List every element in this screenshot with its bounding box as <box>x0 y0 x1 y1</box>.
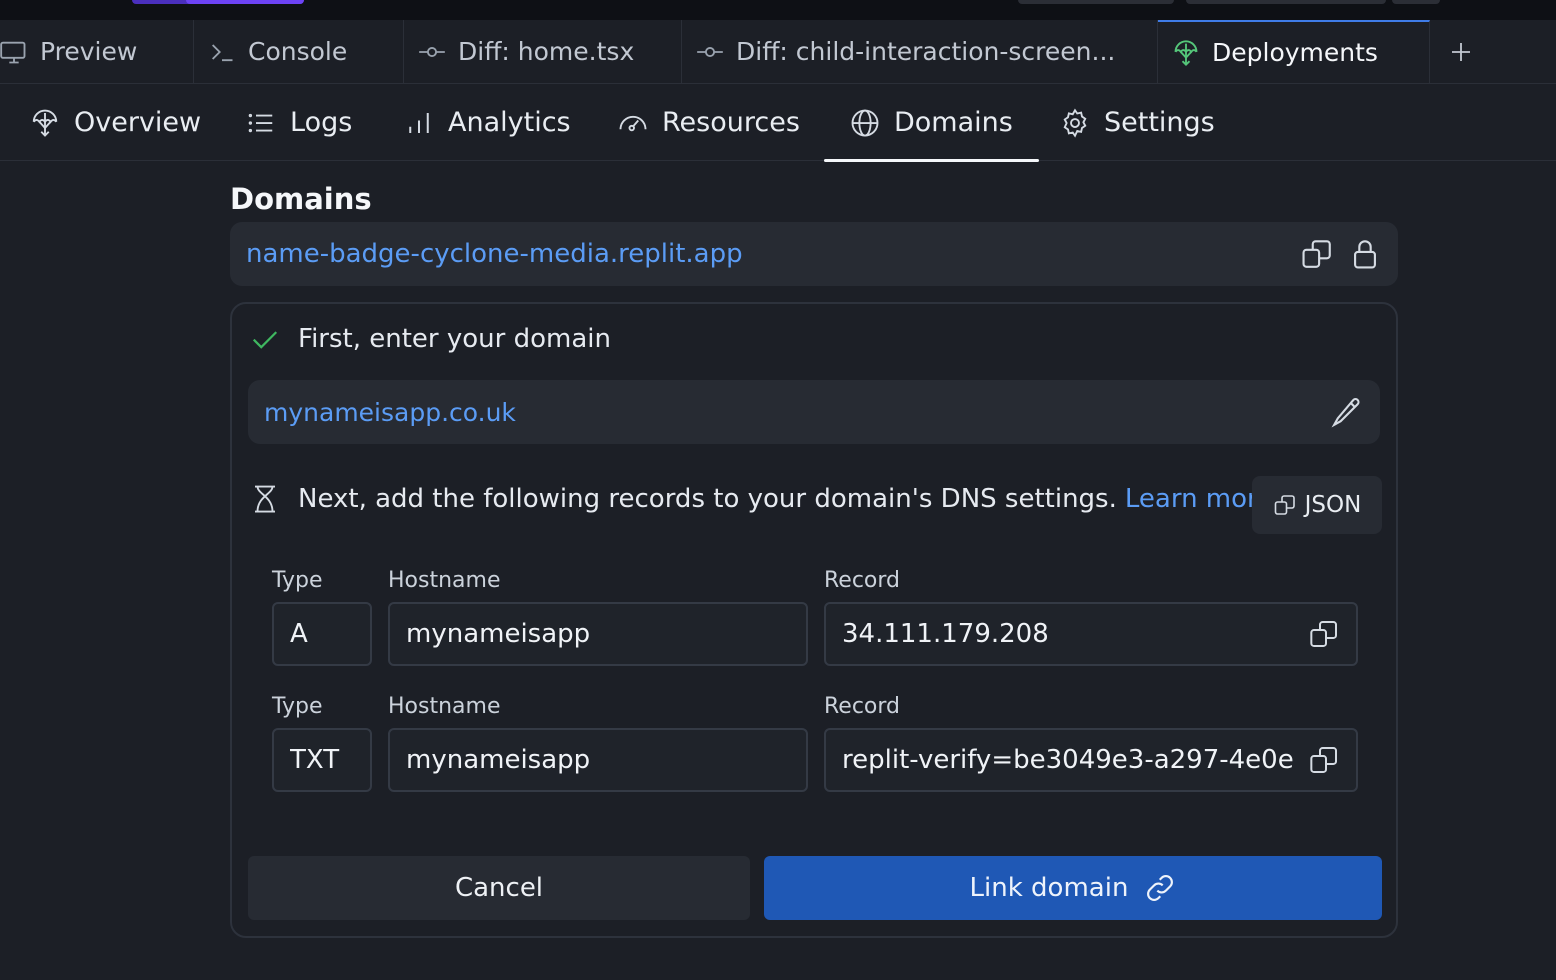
gear-icon <box>1060 107 1090 138</box>
type-column-label: Type <box>272 694 323 719</box>
record-value-field[interactable]: 34.111.179.208 <box>824 602 1358 666</box>
tab-label: Preview <box>40 37 138 66</box>
checkmark-icon <box>250 324 280 354</box>
record-column-label: Record <box>824 568 901 593</box>
default-domain-bar: name-badge-cyclone-media.replit.app <box>230 222 1398 286</box>
step-enter-domain: First, enter your domain <box>250 324 611 354</box>
tab-diff-home[interactable]: Diff: home.tsx <box>404 20 682 83</box>
add-tab-button[interactable] <box>1430 20 1492 83</box>
deployments-icon <box>30 108 60 138</box>
subnav-resources[interactable]: Resources <box>618 84 800 161</box>
hostname-column-label: Hostname <box>388 694 501 719</box>
deployments-icon <box>1172 39 1200 67</box>
top-control[interactable] <box>1392 0 1440 4</box>
terminal-icon <box>208 38 236 66</box>
monitor-icon <box>0 38 28 66</box>
tab-label: Console <box>248 37 348 66</box>
step-text: First, enter your domain <box>298 324 611 354</box>
tab-console[interactable]: Console <box>194 20 404 83</box>
subnav-settings[interactable]: Settings <box>1060 84 1215 161</box>
record-type-field[interactable]: TXT <box>272 728 372 792</box>
copy-icon[interactable] <box>1308 618 1340 650</box>
page-title: Domains <box>230 182 372 216</box>
subnav-label: Logs <box>290 107 353 138</box>
top-control[interactable] <box>1018 0 1174 4</box>
cancel-button[interactable]: Cancel <box>248 856 750 920</box>
top-control[interactable] <box>1186 0 1386 4</box>
git-commit-icon <box>696 38 724 66</box>
json-label: JSON <box>1304 492 1362 518</box>
workspace-tab-bar: Preview Console Diff: home.tsx Diff: chi… <box>0 20 1556 84</box>
subnav-domains[interactable]: Domains <box>824 84 1039 162</box>
tab-preview[interactable]: Preview <box>0 20 194 83</box>
globe-icon <box>850 108 880 138</box>
pencil-icon[interactable] <box>1330 395 1364 429</box>
git-commit-icon <box>418 38 446 66</box>
tab-label: Deployments <box>1212 38 1378 67</box>
record-type-field[interactable]: A <box>272 602 372 666</box>
window-top-strip <box>0 0 1556 20</box>
plus-icon <box>1449 40 1473 64</box>
subnav-label: Settings <box>1104 107 1215 138</box>
hostname-column-label: Hostname <box>388 568 501 593</box>
tab-diff-child-interaction[interactable]: Diff: child-interaction-screen... <box>682 20 1158 83</box>
record-hostname-field[interactable]: mynameisapp <box>388 602 808 666</box>
learn-more-link[interactable]: Learn more <box>1125 484 1273 514</box>
custom-domain-field[interactable]: mynameisapp.co.uk <box>248 380 1380 444</box>
step-add-records: Next, add the following records to your … <box>250 484 1273 514</box>
subnav-label: Resources <box>662 107 800 138</box>
default-domain-link[interactable]: name-badge-cyclone-media.replit.app <box>246 239 1286 269</box>
hourglass-icon <box>250 484 280 514</box>
subnav-label: Analytics <box>448 107 571 138</box>
record-value-field[interactable]: replit-verify=be3049e3-a297-4e0e <box>824 728 1358 792</box>
top-indicator-active <box>186 0 304 4</box>
lock-icon[interactable] <box>1348 237 1382 271</box>
tab-label: Diff: home.tsx <box>458 37 635 66</box>
link-icon <box>1144 872 1176 904</box>
bar-chart-icon <box>404 108 434 138</box>
gauge-icon <box>618 108 648 138</box>
list-icon <box>246 108 276 138</box>
record-column-label: Record <box>824 694 901 719</box>
copy-icon <box>1273 493 1297 517</box>
subnav-label: Overview <box>74 107 202 138</box>
custom-domain-value: mynameisapp.co.uk <box>264 397 516 427</box>
copy-icon[interactable] <box>1300 237 1334 271</box>
subnav-label: Domains <box>894 107 1013 138</box>
subnav-analytics[interactable]: Analytics <box>404 84 571 161</box>
step-text: Next, add the following records to your … <box>298 484 1117 514</box>
subnav-logs[interactable]: Logs <box>246 84 352 161</box>
tab-label: Diff: child-interaction-screen... <box>736 37 1116 66</box>
deployment-subnav: Overview Logs Analytics Resources Domain… <box>0 84 1556 162</box>
copy-json-button[interactable]: JSON <box>1252 476 1382 534</box>
link-domain-card: First, enter your domain mynameisapp.co.… <box>230 302 1398 938</box>
type-column-label: Type <box>272 568 323 593</box>
subnav-overview[interactable]: Overview <box>30 84 201 161</box>
tab-deployments[interactable]: Deployments <box>1158 20 1430 83</box>
copy-icon[interactable] <box>1308 744 1340 776</box>
record-hostname-field[interactable]: mynameisapp <box>388 728 808 792</box>
link-domain-button[interactable]: Link domain <box>764 856 1382 920</box>
